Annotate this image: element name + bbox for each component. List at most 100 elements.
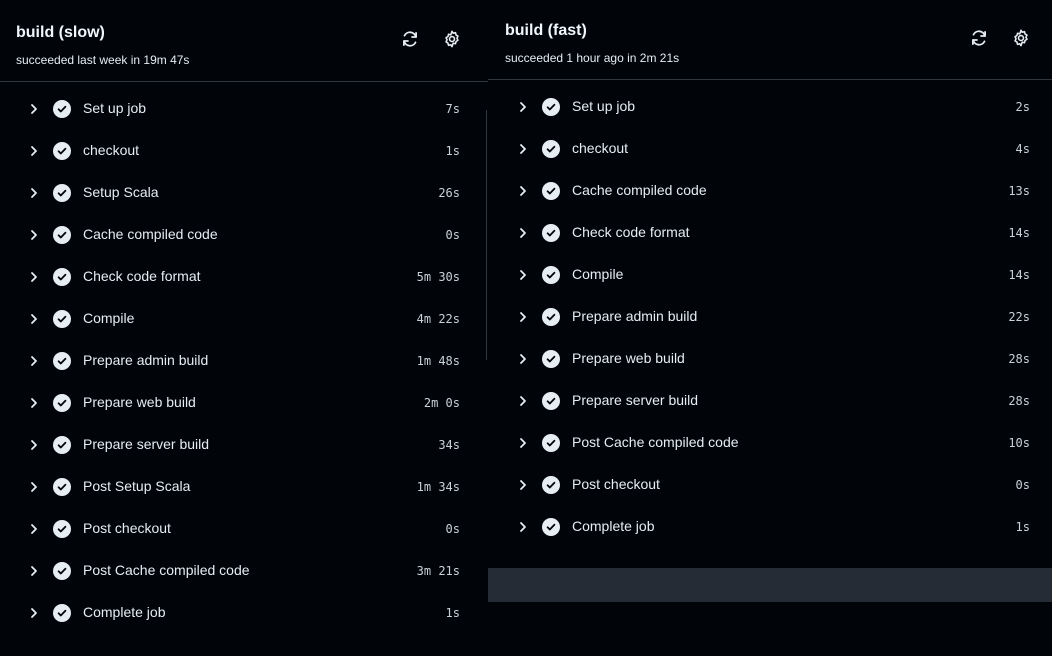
settings-button[interactable] — [1009, 26, 1033, 50]
check-circle-icon — [542, 518, 560, 536]
step-label: Prepare admin build — [572, 308, 698, 324]
chevron-right-icon[interactable] — [517, 477, 529, 493]
step-row[interactable]: Prepare web build 28s — [488, 338, 1052, 380]
step-duration: 28s — [1008, 394, 1030, 408]
check-circle-icon — [53, 226, 71, 244]
check-circle-icon — [53, 520, 71, 538]
step-list: Set up job 7s checkout 1s Setup Scala 26s Cach… — [0, 82, 488, 634]
chevron-right-icon[interactable] — [517, 393, 529, 409]
refresh-icon — [972, 30, 986, 46]
check-circle-icon — [542, 392, 560, 410]
step-row[interactable]: Complete job 1s — [488, 506, 1052, 548]
step-row[interactable]: Post Cache compiled code 3m 21s — [0, 550, 488, 592]
check-circle-icon — [53, 436, 71, 454]
chevron-right-icon[interactable] — [28, 479, 40, 495]
step-label: Cache compiled code — [83, 226, 218, 242]
step-duration: 7s — [445, 102, 460, 116]
step-row[interactable]: Cache compiled code 0s — [0, 214, 488, 256]
step-row[interactable]: Set up job 2s — [488, 86, 1052, 128]
chevron-right-icon[interactable] — [28, 311, 40, 327]
step-row[interactable]: Setup Scala 26s — [0, 172, 488, 214]
step-list: Set up job 2s checkout 4s Cache compiled cod… — [488, 80, 1052, 548]
step-duration: 14s — [1008, 268, 1030, 282]
step-duration: 14s — [1008, 226, 1030, 240]
step-row[interactable]: checkout 4s — [488, 128, 1052, 170]
job-title: build (fast) — [505, 22, 587, 39]
step-duration: 10s — [1008, 436, 1030, 450]
gear-icon — [1014, 29, 1028, 47]
chevron-right-icon[interactable] — [517, 99, 529, 115]
check-circle-icon — [53, 142, 71, 160]
check-circle-icon — [53, 184, 71, 202]
check-circle-icon — [542, 224, 560, 242]
chevron-right-icon[interactable] — [28, 521, 40, 537]
step-duration: 0s — [1015, 478, 1030, 492]
chevron-right-icon[interactable] — [28, 227, 40, 243]
refresh-button[interactable] — [967, 26, 991, 50]
chevron-right-icon[interactable] — [517, 141, 529, 157]
job-status-summary: succeeded last week in 19m 47s — [16, 53, 190, 67]
job-panel-slow: build (slow) succeeded last week in 19m … — [0, 0, 488, 656]
step-label: Post checkout — [83, 520, 171, 536]
panel-divider — [486, 110, 487, 360]
chevron-right-icon[interactable] — [517, 309, 529, 325]
step-label: Prepare web build — [83, 394, 196, 410]
step-row[interactable]: Prepare admin build 22s — [488, 296, 1052, 338]
chevron-right-icon[interactable] — [28, 605, 40, 621]
step-row[interactable]: Post checkout 0s — [488, 464, 1052, 506]
chevron-right-icon[interactable] — [517, 435, 529, 451]
check-circle-icon — [542, 434, 560, 452]
chevron-right-icon[interactable] — [517, 183, 529, 199]
step-duration: 2s — [1015, 100, 1030, 114]
step-row[interactable]: Complete job 1s — [0, 592, 488, 634]
chevron-right-icon[interactable] — [517, 519, 529, 535]
settings-button[interactable] — [440, 27, 464, 51]
step-label: Post Setup Scala — [83, 478, 191, 494]
step-row[interactable]: Set up job 7s — [0, 88, 488, 130]
chevron-right-icon[interactable] — [517, 267, 529, 283]
check-circle-icon — [542, 98, 560, 116]
step-label: checkout — [572, 140, 629, 156]
step-row[interactable]: Post checkout 0s — [0, 508, 488, 550]
step-row[interactable]: Prepare admin build 1m 48s — [0, 340, 488, 382]
check-circle-icon — [53, 310, 71, 328]
check-circle-icon — [53, 352, 71, 370]
chevron-right-icon[interactable] — [517, 225, 529, 241]
check-circle-icon — [53, 100, 71, 118]
chevron-right-icon[interactable] — [28, 143, 40, 159]
chevron-right-icon[interactable] — [517, 351, 529, 367]
check-circle-icon — [542, 350, 560, 368]
step-row[interactable]: Post Setup Scala 1m 34s — [0, 466, 488, 508]
check-circle-icon — [53, 478, 71, 496]
step-row[interactable]: Prepare server build 34s — [0, 424, 488, 466]
step-duration: 26s — [438, 186, 460, 200]
chevron-right-icon[interactable] — [28, 563, 40, 579]
check-circle-icon — [542, 140, 560, 158]
chevron-right-icon[interactable] — [28, 395, 40, 411]
step-label: checkout — [83, 142, 140, 158]
gear-icon — [445, 30, 459, 48]
step-duration: 2m 0s — [423, 396, 460, 410]
step-duration: 5m 30s — [416, 270, 460, 284]
chevron-right-icon[interactable] — [28, 437, 40, 453]
refresh-button[interactable] — [398, 27, 422, 51]
step-row[interactable]: Prepare server build 28s — [488, 380, 1052, 422]
step-label: Setup Scala — [83, 184, 159, 200]
check-circle-icon — [542, 308, 560, 326]
step-label: Set up job — [83, 100, 147, 116]
step-duration: 22s — [1008, 310, 1030, 324]
step-row[interactable]: Prepare web build 2m 0s — [0, 382, 488, 424]
step-row[interactable]: Post Cache compiled code 10s — [488, 422, 1052, 464]
chevron-right-icon[interactable] — [28, 353, 40, 369]
step-row[interactable]: Check code format 5m 30s — [0, 256, 488, 298]
check-circle-icon — [542, 266, 560, 284]
chevron-right-icon[interactable] — [28, 269, 40, 285]
step-row[interactable]: Check code format 14s — [488, 212, 1052, 254]
chevron-right-icon[interactable] — [28, 101, 40, 117]
step-row[interactable]: Compile 14s — [488, 254, 1052, 296]
chevron-right-icon[interactable] — [28, 185, 40, 201]
step-row[interactable]: checkout 1s — [0, 130, 488, 172]
step-row[interactable]: Cache compiled code 13s — [488, 170, 1052, 212]
step-row[interactable]: Compile 4m 22s — [0, 298, 488, 340]
step-duration: 0s — [445, 228, 460, 242]
